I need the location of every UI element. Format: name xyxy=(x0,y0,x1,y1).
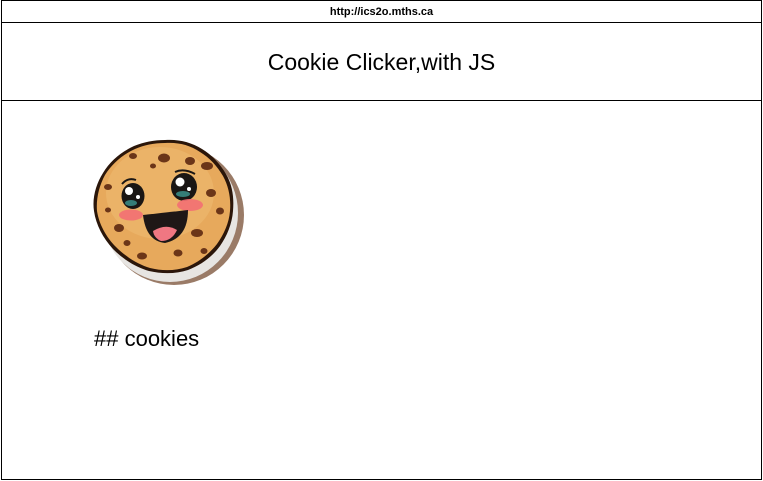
main-content: ## cookies xyxy=(2,101,761,478)
left-cheek xyxy=(119,209,143,221)
page-title: Cookie Clicker,with JS xyxy=(267,49,496,75)
cookie-button[interactable] xyxy=(88,135,250,287)
cookie-icon xyxy=(93,139,244,285)
page-header: Cookie Clicker,with JS xyxy=(2,23,761,101)
address-bar[interactable]: http://ics2o.mths.ca xyxy=(2,1,761,23)
right-cheek xyxy=(177,199,203,211)
browser-window: http://ics2o.mths.ca Cookie Clicker,with… xyxy=(1,0,762,480)
cookie-count: ## cookies xyxy=(94,326,200,351)
url-text: http://ics2o.mths.ca xyxy=(329,6,434,18)
